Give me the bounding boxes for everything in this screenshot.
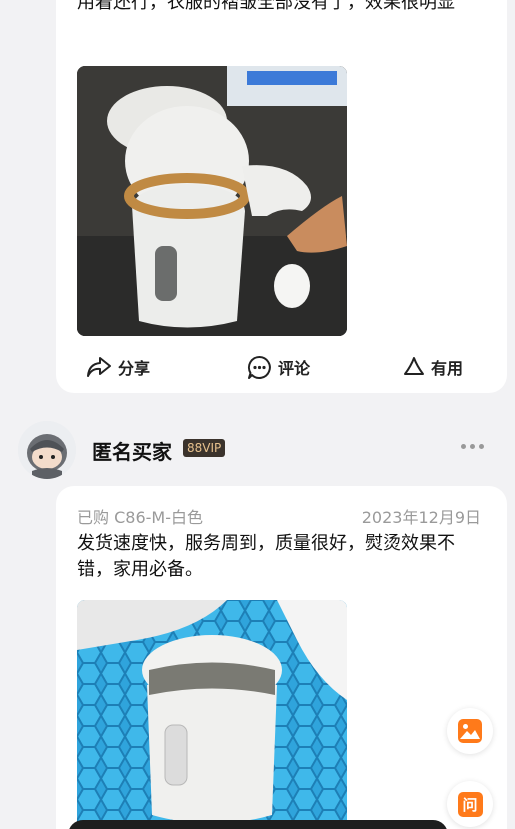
- image-icon: [458, 719, 482, 743]
- avatar[interactable]: [18, 421, 76, 479]
- useful-button[interactable]: 有用: [403, 353, 463, 381]
- share-button[interactable]: 分享: [86, 353, 150, 381]
- more-dot: [461, 444, 466, 449]
- more-dot: [479, 444, 484, 449]
- ask-button[interactable]: 问: [447, 781, 493, 827]
- review-2-text: 发货速度快，服务周到，质量很好，熨烫效果不错，家用必备。: [77, 533, 455, 580]
- review-2-photo[interactable]: [77, 600, 347, 829]
- ask-icon: 问: [457, 791, 483, 817]
- more-options-icon[interactable]: [461, 444, 484, 449]
- more-dot: [470, 444, 475, 449]
- steamer-photo-2: [77, 600, 347, 829]
- purchased-spec: 已购 C86-M-白色: [77, 508, 203, 527]
- comment-button[interactable]: 评论: [247, 353, 310, 381]
- comment-label: 评论: [278, 359, 311, 378]
- review-1-text: 用着还行，衣服的褶皱全部没有了，效果很明显: [77, 0, 455, 13]
- reviewer-name: 匿名买家: [92, 440, 172, 464]
- useful-label: 有用: [431, 359, 464, 378]
- photo-review-button[interactable]: [447, 708, 493, 754]
- anonymous-avatar-icon: [18, 421, 76, 479]
- comment-icon: [247, 355, 271, 379]
- review-1-photo[interactable]: [77, 66, 347, 336]
- thumb-up-icon: [404, 357, 424, 375]
- share-icon: [87, 357, 111, 377]
- share-label: 分享: [118, 359, 151, 378]
- review-date: 2023年12月9日: [361, 508, 481, 527]
- bottom-bar[interactable]: [68, 820, 448, 829]
- vip-badge: 88VIP: [183, 439, 226, 457]
- steamer-photo-1: [77, 66, 347, 336]
